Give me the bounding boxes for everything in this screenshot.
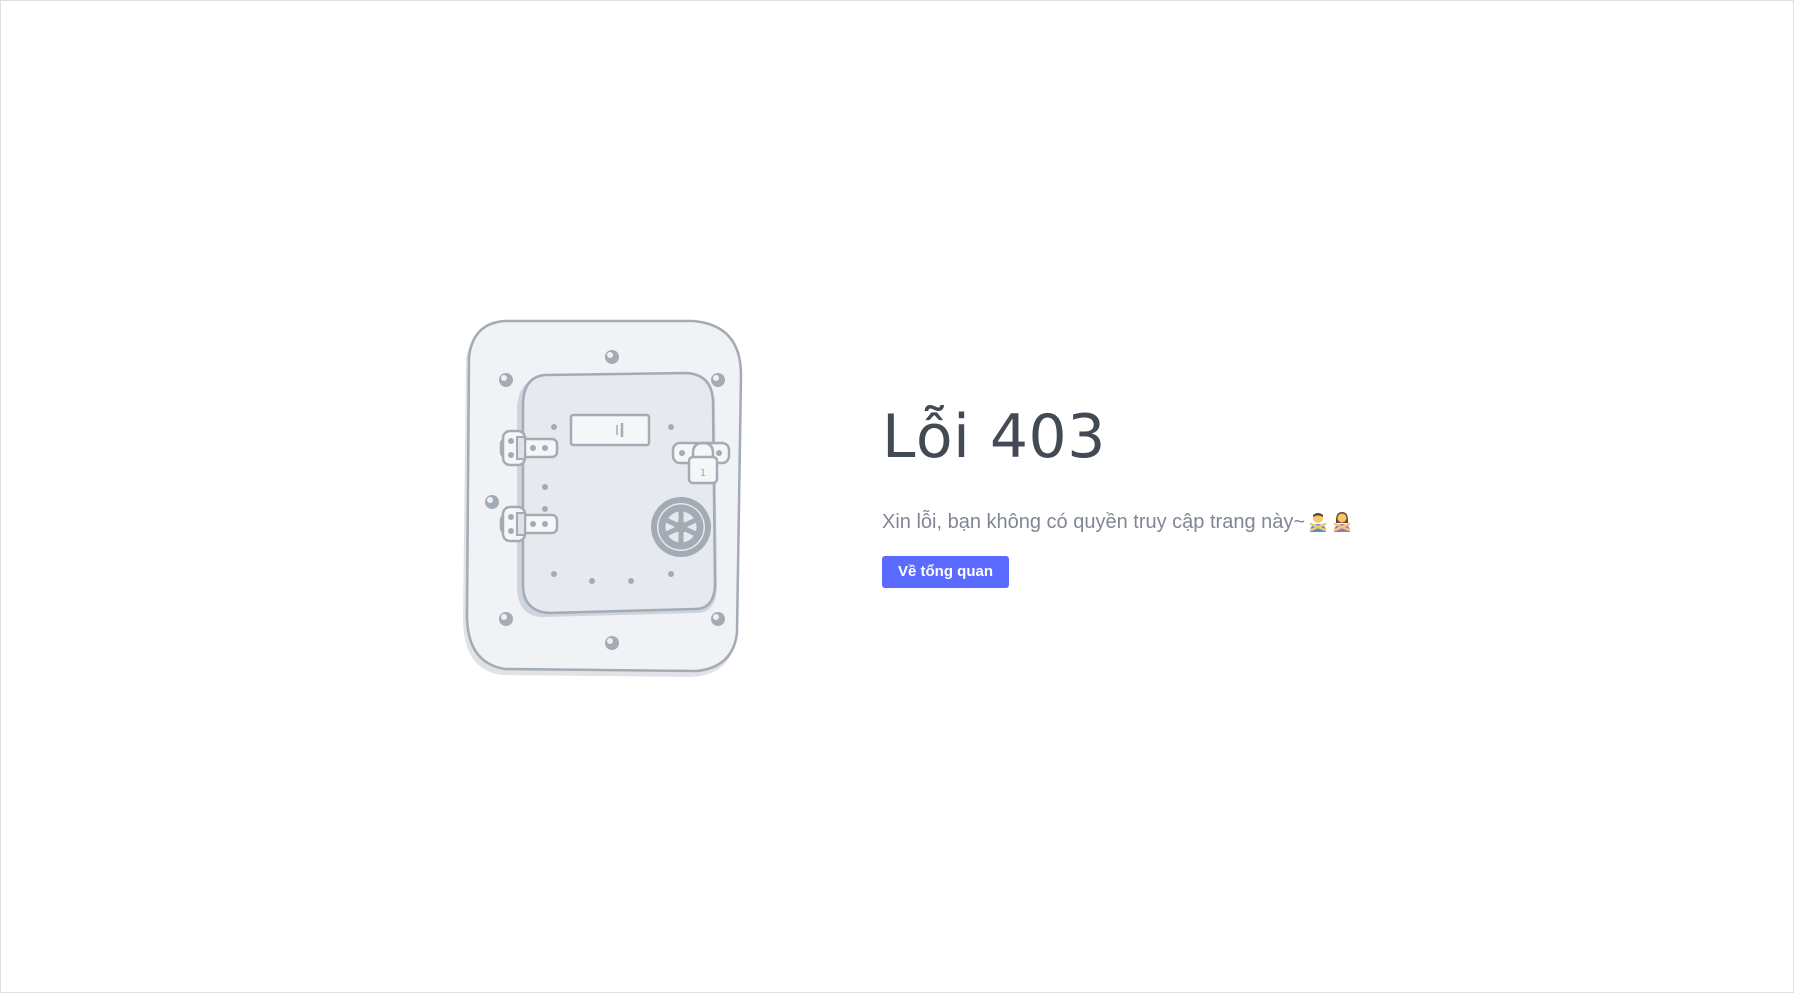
error-description-row: Xin lỗi, bạn không có quyền truy cập tra…: [882, 509, 1502, 535]
svg-text:1: 1: [700, 468, 706, 479]
error-content: Lỗi 403 Xin lỗi, bạn không có quyền truy…: [882, 401, 1502, 588]
vault-door-icon: 1: [461, 319, 761, 683]
person-gesturing-no-man-icon: [1307, 511, 1329, 533]
error-description: Xin lỗi, bạn không có quyền truy cập tra…: [882, 511, 1306, 533]
back-to-overview-button[interactable]: Về tổng quan: [882, 556, 1009, 588]
error-title: Lỗi 403: [882, 402, 1106, 472]
person-gesturing-no-woman-icon: [1331, 511, 1353, 533]
page-frame: 1 Lỗi 403 Xin lỗi, bạn không có quyền tr…: [0, 0, 1794, 993]
